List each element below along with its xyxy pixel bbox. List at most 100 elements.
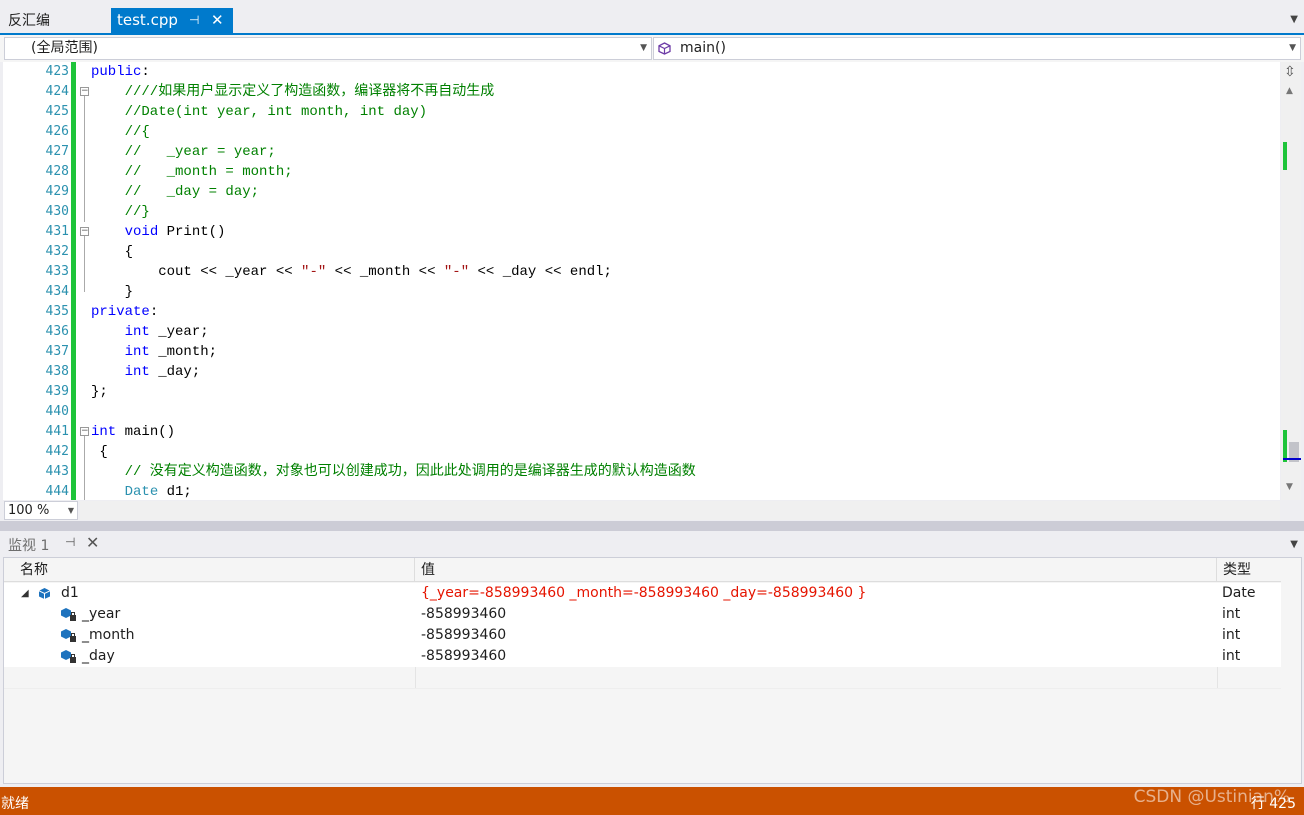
collapse-icon[interactable]: − bbox=[80, 87, 89, 96]
line-number: 427 bbox=[45, 144, 69, 159]
private-field-icon bbox=[61, 650, 76, 663]
zoom-dropdown[interactable]: 100 % ▼ bbox=[4, 501, 78, 520]
code-line: void Print() bbox=[124, 224, 226, 240]
line-number: 423 bbox=[45, 64, 69, 79]
close-icon[interactable]: ✕ bbox=[211, 8, 224, 33]
watch-type: int bbox=[1222, 606, 1241, 622]
line-number: 444 bbox=[45, 484, 69, 499]
pin-icon[interactable]: ⊣ bbox=[65, 535, 75, 549]
code-line: }; bbox=[91, 384, 108, 400]
code-editor[interactable]: 423 424 425 426 427 428 429 430 431 432 433 434 435 4… bbox=[3, 62, 1280, 500]
watch-value[interactable]: -858993460 bbox=[421, 646, 506, 667]
watch-type: int bbox=[1222, 648, 1241, 664]
column-header-value[interactable]: 值 bbox=[415, 558, 1217, 582]
scroll-down-icon[interactable]: ▼ bbox=[1286, 482, 1293, 492]
chevron-down-icon: ▼ bbox=[1289, 43, 1296, 53]
member-dropdown[interactable]: main() ▼ bbox=[653, 37, 1301, 60]
watch-row[interactable]: ◢ d1 {_year=-858993460 _month=-858993460… bbox=[4, 583, 1281, 605]
code-line: { bbox=[91, 444, 108, 460]
pin-icon[interactable]: ⊣ bbox=[189, 8, 199, 33]
pane-splitter[interactable] bbox=[0, 521, 1304, 531]
code-line: int _month; bbox=[124, 344, 218, 360]
variable-cube-icon bbox=[38, 588, 51, 599]
scope-dropdown[interactable]: (全局范围) ▼ bbox=[4, 37, 652, 60]
watch-row[interactable]: _year -858993460 int bbox=[4, 604, 1281, 626]
line-number: 425 bbox=[45, 104, 69, 119]
line-number: 434 bbox=[45, 284, 69, 299]
watch-row[interactable]: _month -858993460 int bbox=[4, 625, 1281, 647]
column-divider bbox=[1217, 667, 1218, 688]
line-number: 440 bbox=[45, 404, 69, 419]
watch-name: _year bbox=[82, 606, 121, 622]
code-line: // 没有定义构造函数，对象也可以创建成功，因此此处调用的是编译器生成的默认构造… bbox=[91, 464, 696, 480]
code-line: int _year; bbox=[124, 324, 209, 340]
column-header-name[interactable]: 名称 bbox=[4, 558, 415, 582]
scope-value: (全局范围) bbox=[31, 40, 98, 56]
watch-window-title[interactable]: 监视 1 bbox=[8, 535, 49, 555]
line-number: 433 bbox=[45, 264, 69, 279]
close-icon[interactable]: ✕ bbox=[86, 533, 99, 552]
watch-value[interactable]: -858993460 bbox=[421, 604, 506, 625]
watch-value[interactable]: {_year=-858993460 _month=-858993460 _day… bbox=[421, 583, 866, 604]
horizontal-scrollbar[interactable] bbox=[80, 501, 1280, 520]
code-line: ////如果用户显示定义了构造函数，编译器将不再自动生成 bbox=[91, 84, 495, 100]
code-line: //Date(int year, int month, int day) bbox=[91, 104, 428, 120]
watch-row[interactable]: _day -858993460 int bbox=[4, 646, 1281, 668]
column-divider bbox=[415, 667, 416, 688]
line-number: 437 bbox=[45, 344, 69, 359]
line-number: 442 bbox=[45, 444, 69, 459]
collapse-icon[interactable]: − bbox=[80, 427, 89, 436]
line-number: 443 bbox=[45, 464, 69, 479]
scroll-up-icon[interactable]: ▲ bbox=[1286, 86, 1293, 96]
watch-name: d1 bbox=[61, 585, 79, 601]
vertical-scrollbar[interactable]: ⇳ ▲ ▼ bbox=[1281, 62, 1301, 500]
status-text: 就绪 bbox=[1, 796, 29, 812]
tab-disassembly[interactable]: 反汇编 bbox=[0, 9, 118, 33]
line-number: 424 bbox=[45, 84, 69, 99]
expand-triangle-icon[interactable]: ◢ bbox=[21, 583, 29, 604]
change-tracking-bar bbox=[71, 62, 76, 500]
watch-add-row[interactable] bbox=[4, 667, 1281, 689]
change-marker bbox=[1283, 142, 1287, 170]
code-line: int _day; bbox=[124, 364, 201, 380]
line-number: 435 bbox=[45, 304, 69, 319]
code-line: int main() bbox=[91, 424, 176, 440]
code-line: Date d1; bbox=[124, 484, 192, 500]
line-number: 431 bbox=[45, 224, 69, 239]
status-bar: 就绪 行 425 bbox=[0, 787, 1304, 815]
watch-window-titlebar: 监视 1 ⊣ ✕ ▼ bbox=[0, 531, 1304, 557]
line-number: 441 bbox=[45, 424, 69, 439]
line-number: 438 bbox=[45, 364, 69, 379]
watch-type: Date bbox=[1222, 585, 1256, 601]
watch-value[interactable]: -858993460 bbox=[421, 625, 506, 646]
line-number: 432 bbox=[45, 244, 69, 259]
watch-name: _day bbox=[82, 648, 115, 664]
line-number: 439 bbox=[45, 384, 69, 399]
code-line: public: bbox=[91, 64, 150, 80]
member-value: main() bbox=[680, 40, 726, 56]
caret-marker bbox=[1283, 458, 1301, 460]
outline-guide bbox=[84, 96, 85, 222]
split-icon[interactable]: ⇳ bbox=[1284, 64, 1296, 80]
code-line: // _year = year; bbox=[91, 144, 276, 160]
zoom-value: 100 % bbox=[8, 503, 50, 518]
code-text[interactable]: public: ////如果用户显示定义了构造函数，编译器将不再自动生成 //D… bbox=[91, 62, 1271, 500]
tab-overflow-chevron-icon[interactable]: ▼ bbox=[1290, 14, 1298, 25]
code-line: } bbox=[91, 284, 134, 300]
line-number: 428 bbox=[45, 164, 69, 179]
code-line: cout << _year << "-" << _month << "-" <<… bbox=[91, 264, 612, 280]
collapse-icon[interactable]: − bbox=[80, 227, 89, 236]
chevron-down-icon: ▼ bbox=[67, 506, 74, 515]
tab-label: test.cpp bbox=[117, 11, 178, 29]
line-number: 429 bbox=[45, 184, 69, 199]
column-header-type[interactable]: 类型 bbox=[1217, 558, 1281, 582]
window-menu-chevron-icon[interactable]: ▼ bbox=[1290, 539, 1298, 550]
code-line: // _day = day; bbox=[91, 184, 260, 200]
code-line: //{ bbox=[91, 124, 150, 140]
code-line: //} bbox=[91, 204, 150, 220]
private-field-icon bbox=[61, 608, 76, 621]
line-number: 430 bbox=[45, 204, 69, 219]
outlining-margin: − − − bbox=[78, 62, 92, 500]
tab-test-cpp[interactable]: test.cpp ⊣ ✕ bbox=[111, 8, 233, 33]
